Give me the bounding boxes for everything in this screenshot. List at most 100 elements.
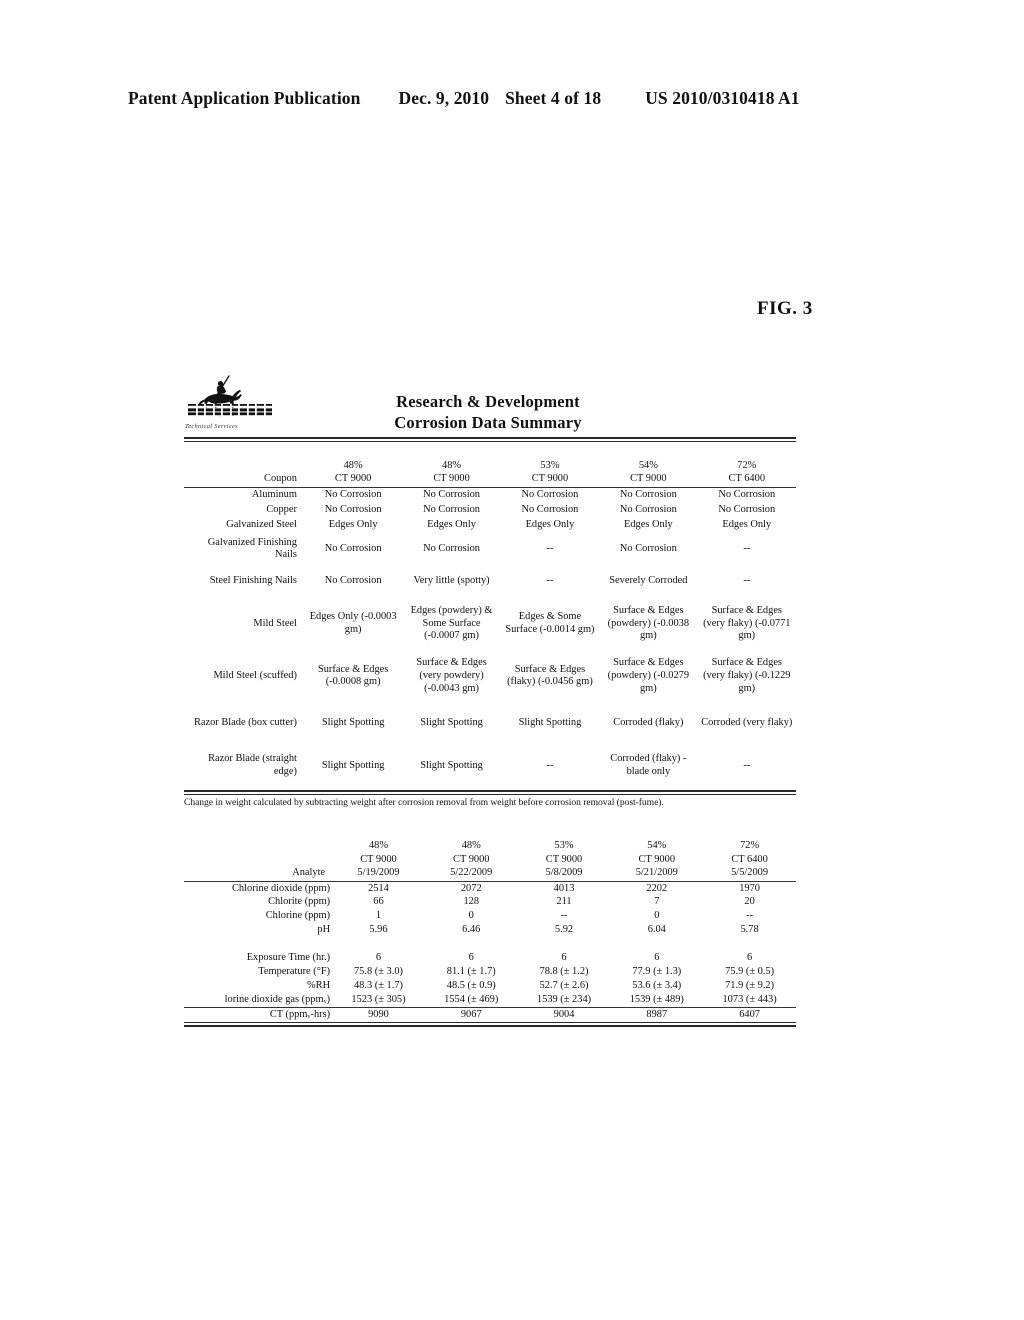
- table-row: lorine dioxide gas (ppmᵥ) 1523 (± 305) 1…: [184, 993, 796, 1007]
- cell: 75.8 (± 3.0): [353, 966, 403, 978]
- cell: --: [743, 575, 751, 587]
- cell: Slight Spotting: [518, 717, 582, 729]
- column-header-5: 72% CT 6400: [697, 457, 796, 488]
- col1-ct: CT 9000: [334, 473, 372, 485]
- column-header-2: 48% CT 9000: [402, 457, 501, 488]
- cell: 6407: [703, 1007, 796, 1023]
- analyte-label: Analyte: [292, 867, 326, 879]
- cell: Corroded (flaky): [613, 717, 684, 729]
- cell: 9067: [424, 1007, 518, 1023]
- row-label: pH: [317, 924, 331, 936]
- cell: 6: [746, 952, 753, 964]
- cell: 1970: [739, 882, 760, 894]
- cell: Surface & Edges (very flaky) (-0.0771 gm…: [703, 605, 791, 642]
- table-row: Razor Blade (box cutter) Slight Spotting…: [184, 703, 796, 745]
- analyte-column-header-1: 48% CT 9000 5/19/2009: [332, 838, 425, 882]
- cell: 5.96: [369, 924, 388, 936]
- cell: 48.3 (± 1.7): [353, 979, 403, 991]
- sabre-wordmark: [188, 403, 272, 416]
- report-title-block: Research & Development Corrosion Data Su…: [276, 391, 796, 435]
- table-row: Aluminum No Corrosion No Corrosion No Co…: [184, 487, 796, 503]
- cell: Corroded (flaky) - blade only: [610, 753, 687, 778]
- title-divider: [184, 437, 796, 442]
- cell: 6: [654, 952, 660, 964]
- cell: 6.46: [462, 924, 481, 936]
- cell: 6: [561, 952, 567, 964]
- corrosion-data-table: Coupon 48% CT 9000 48% CT 9000 53% CT 90…: [184, 457, 796, 788]
- cell: Severely Corroded: [609, 575, 688, 587]
- table-row: Copper No Corrosion No Corrosion No Corr…: [184, 503, 796, 518]
- row-label: Temperature (°F): [258, 966, 331, 978]
- cell: Corroded (very flaky): [701, 717, 793, 729]
- row-label: Exposure Time (hr.): [246, 952, 331, 964]
- table-row: CT (ppmᵥ-hrs) 9090 9067 9004 8987 6407: [184, 1007, 796, 1023]
- col2-ct: CT 9000: [433, 473, 470, 485]
- acol5-date: 5/5/2009: [731, 867, 769, 879]
- acol3-percent: 53%: [554, 840, 574, 852]
- cell: 2514: [368, 882, 389, 894]
- table-row: %RH 48.3 (± 1.7) 48.5 (± 0.9) 52.7 (± 2.…: [184, 979, 796, 993]
- cell: 9004: [517, 1007, 611, 1023]
- row-label: lorine dioxide gas (ppmᵥ): [224, 993, 331, 1005]
- cell: Surface & Edges (flaky) (-0.0456 gm): [507, 663, 593, 688]
- cell: --: [546, 759, 554, 771]
- col4-ct: CT 9000: [630, 473, 667, 485]
- table-row: pH 5.96 6.46 5.92 6.04 5.78: [184, 924, 796, 938]
- cell: No Corrosion: [324, 504, 382, 516]
- cell: No Corrosion: [619, 489, 677, 501]
- column-header-analyte: Analyte: [184, 838, 333, 882]
- cell: 5.92: [554, 924, 574, 936]
- cell: 53.6 (± 3.4): [632, 979, 682, 991]
- row-label: Chlorine (ppm): [265, 910, 331, 922]
- table-header-row: Coupon 48% CT 9000 48% CT 9000 53% CT 90…: [184, 457, 796, 488]
- cell: Very little (spotty): [413, 575, 490, 587]
- cell: 6: [468, 952, 474, 964]
- column-header-1: 48% CT 9000: [303, 457, 403, 488]
- row-label: Aluminum: [251, 489, 297, 501]
- cell: 1073 (± 443): [722, 993, 777, 1005]
- cell: 4013: [553, 882, 575, 894]
- cell: --: [743, 759, 751, 771]
- publication-label: Patent Application Publication: [128, 88, 361, 108]
- table-spacer-row: [184, 937, 796, 951]
- cell: Surface & Edges (powdery) (-0.0038 gm): [607, 605, 690, 642]
- acol3-ct: CT 9000: [545, 853, 583, 865]
- cell: Edges Only: [328, 519, 378, 531]
- acol2-date: 5/22/2009: [450, 867, 493, 879]
- cell: Surface & Edges (-0.0008 gm): [317, 663, 389, 688]
- cell: 0: [654, 910, 660, 922]
- acol1-percent: 48%: [368, 840, 389, 852]
- col3-percent: 53%: [540, 459, 560, 471]
- cell: 2072: [460, 882, 482, 894]
- row-label: Steel Finishing Nails: [209, 575, 297, 587]
- table-row: Chlorine (ppm) 1 0 -- 0 --: [184, 910, 796, 924]
- cell: 2202: [646, 882, 668, 894]
- patent-number: US 2010/0310418 A1: [645, 88, 800, 108]
- cell: Edges & Some Surface (-0.0014 gm): [505, 611, 595, 636]
- cell: 211: [556, 896, 572, 908]
- table-row: Steel Finishing Nails No Corrosion Very …: [184, 565, 796, 597]
- cell: Edges Only (-0.0003 gm): [309, 611, 397, 636]
- row-label: Mild Steel (scuffed): [213, 670, 297, 682]
- table-footnote: Change in weight calculated by subtracti…: [184, 797, 664, 809]
- table-row: Temperature (°F) 75.8 (± 3.0) 81.1 (± 1.…: [184, 966, 796, 980]
- cell: Edges Only: [525, 519, 575, 531]
- cell: Edges Only: [427, 519, 476, 531]
- cell: 5.78: [740, 924, 759, 936]
- acol4-percent: 54%: [647, 840, 667, 852]
- cell: No Corrosion: [521, 504, 579, 516]
- col2-percent: 48%: [442, 459, 462, 471]
- cell: Surface & Edges (very powdery) (-0.0043 …: [416, 657, 487, 694]
- col3-ct: CT 9000: [531, 473, 569, 485]
- table-row: Galvanized Steel Edges Only Edges Only E…: [184, 518, 796, 533]
- report-title-line2: Corrosion Data Summary: [394, 412, 582, 432]
- cell: Slight Spotting: [420, 717, 483, 729]
- row-label: Razor Blade (box cutter): [193, 717, 297, 729]
- cell: Surface & Edges (powdery) (-0.0279 gm): [607, 657, 690, 694]
- cell: 0: [468, 910, 474, 922]
- sabre-logo: Technical Services: [184, 375, 276, 435]
- acol2-ct: CT 9000: [453, 853, 490, 865]
- analyte-data-table: Analyte 48% CT 9000 5/19/2009 48% CT 900…: [184, 838, 796, 1023]
- acol1-date: 5/19/2009: [357, 867, 400, 879]
- cell: 78.8 (± 1.2): [539, 966, 589, 978]
